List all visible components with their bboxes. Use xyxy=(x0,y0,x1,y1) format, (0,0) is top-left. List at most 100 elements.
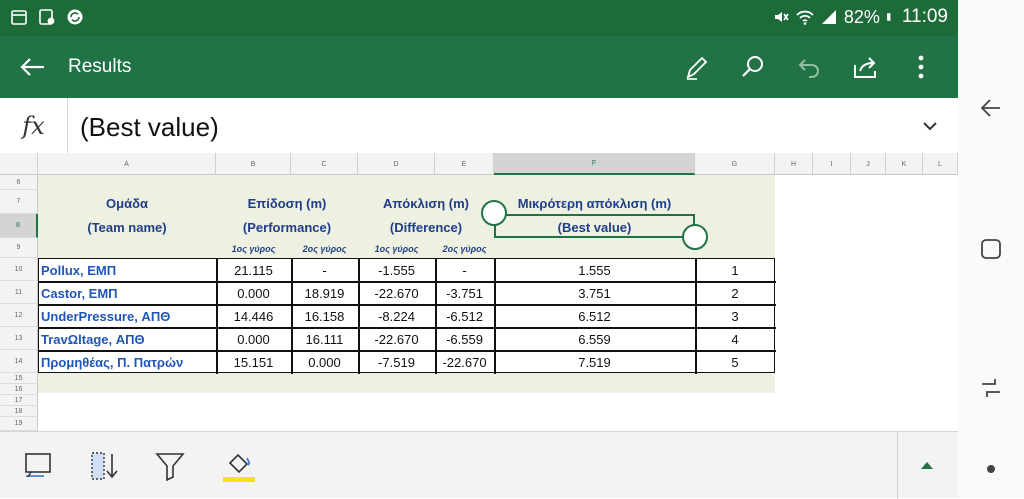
performance-cell[interactable]: 16.111 xyxy=(291,328,358,351)
team-cell[interactable]: TravΩltage, ΑΠΘ xyxy=(38,328,216,351)
undo-button[interactable] xyxy=(792,50,826,84)
column-header[interactable]: J xyxy=(851,153,886,175)
column-header[interactable]: K xyxy=(886,153,923,175)
column-header[interactable]: A xyxy=(38,153,216,175)
team-cell[interactable]: Castor, ΕΜΠ xyxy=(38,282,216,305)
nav-home-icon xyxy=(981,239,1001,259)
performance-cell[interactable]: 0.000 xyxy=(216,328,291,351)
best-value-cell[interactable]: 6.512 xyxy=(494,305,695,328)
view-button[interactable] xyxy=(18,446,58,486)
selection-handle-start[interactable] xyxy=(481,200,507,226)
rank-cell[interactable]: 2 xyxy=(695,282,775,305)
toolbar-divider xyxy=(897,432,898,499)
performance-cell[interactable]: 18.919 xyxy=(291,282,358,305)
row-header[interactable]: 13 xyxy=(0,327,38,350)
header-difference-en[interactable]: (Difference) xyxy=(358,215,494,239)
back-arrow-icon[interactable] xyxy=(16,50,50,84)
column-header[interactable]: C xyxy=(291,153,358,175)
team-cell[interactable]: Pollux, ΕΜΠ xyxy=(38,259,216,282)
difference-cell[interactable]: -3.751 xyxy=(435,282,494,305)
difference-cell[interactable]: -7.519 xyxy=(358,351,435,374)
column-header[interactable]: L xyxy=(923,153,958,175)
performance-cell[interactable]: 15.151 xyxy=(216,351,291,374)
calendar-icon xyxy=(11,10,27,25)
nav-back-icon xyxy=(980,99,1000,117)
row-header[interactable]: 7 xyxy=(0,190,38,214)
rank-cell[interactable]: 4 xyxy=(695,328,775,351)
column-header[interactable]: D xyxy=(358,153,435,175)
round-label[interactable]: 1ος γύρος xyxy=(216,239,291,258)
row-header[interactable]: 8 xyxy=(0,214,38,238)
draw-button[interactable] xyxy=(680,50,714,84)
rank-cell[interactable]: 3 xyxy=(695,305,775,328)
more-vertical-icon xyxy=(918,55,924,79)
row-header[interactable]: 6 xyxy=(0,175,38,190)
more-options-button[interactable] xyxy=(904,50,938,84)
round-label[interactable]: 2ος γύρος xyxy=(291,239,358,258)
search-icon xyxy=(742,56,763,77)
difference-cell[interactable]: -1.555 xyxy=(358,259,435,282)
difference-cell[interactable]: -22.670 xyxy=(435,351,494,374)
header-difference[interactable]: Απόκλιση (m) xyxy=(358,191,494,215)
header-team[interactable]: Ομάδα xyxy=(38,191,216,215)
selection-handle-end[interactable] xyxy=(682,224,708,250)
round-label[interactable]: 2ος γύρος xyxy=(435,239,494,258)
header-performance-en[interactable]: (Performance) xyxy=(216,215,358,239)
difference-cell[interactable]: -8.224 xyxy=(358,305,435,328)
header-performance[interactable]: Επίδοση (m) xyxy=(216,191,358,215)
performance-cell[interactable]: - xyxy=(291,259,358,282)
header-best[interactable]: Μικρότερη απόκλιση (m) xyxy=(494,191,695,215)
formula-input[interactable]: (Best value) xyxy=(80,112,219,143)
difference-cell[interactable]: -6.559 xyxy=(435,328,494,351)
performance-cell[interactable]: 0.000 xyxy=(216,282,291,305)
nav-recents-button[interactable] xyxy=(978,375,1004,401)
spreadsheet-grid[interactable]: A B C D E F G H I J K L 6 7 8 9 10 11 12… xyxy=(0,153,958,431)
column-header[interactable]: H xyxy=(775,153,813,175)
difference-cell[interactable]: -6.512 xyxy=(435,305,494,328)
difference-cell[interactable]: -22.670 xyxy=(358,328,435,351)
best-value-cell[interactable]: 7.519 xyxy=(494,351,695,374)
share-button[interactable] xyxy=(848,50,882,84)
chevron-down-icon[interactable] xyxy=(920,116,940,136)
row-header[interactable]: 12 xyxy=(0,304,38,327)
column-header[interactable]: F xyxy=(494,153,695,175)
nav-dot-button[interactable] xyxy=(978,456,1004,482)
round-label[interactable]: 1ος γύρος xyxy=(358,239,435,258)
difference-cell[interactable]: - xyxy=(435,259,494,282)
best-value-cell[interactable]: 6.559 xyxy=(494,328,695,351)
team-cell[interactable]: UnderPressure, ΑΠΘ xyxy=(38,305,216,328)
row-header[interactable]: 16 xyxy=(0,384,38,395)
row-header[interactable]: 14 xyxy=(0,350,38,373)
column-header[interactable]: I xyxy=(813,153,851,175)
team-cell[interactable]: Προμηθέας, Π. Πατρών xyxy=(38,351,216,374)
filter-button[interactable] xyxy=(150,446,190,486)
status-bar: 82% 11:09 xyxy=(0,0,958,36)
row-header[interactable]: 19 xyxy=(0,417,38,431)
sort-button[interactable] xyxy=(84,446,124,486)
row-header[interactable]: 10 xyxy=(0,258,38,281)
rank-cell[interactable]: 5 xyxy=(695,351,775,374)
column-header[interactable]: E xyxy=(435,153,494,175)
search-button[interactable] xyxy=(736,50,770,84)
performance-cell[interactable]: 14.446 xyxy=(216,305,291,328)
column-header[interactable]: G xyxy=(695,153,775,175)
nav-back-button[interactable] xyxy=(978,95,1004,121)
best-value-cell[interactable]: 1.555 xyxy=(494,259,695,282)
rank-cell[interactable]: 1 xyxy=(695,259,775,282)
row-header[interactable]: 11 xyxy=(0,281,38,304)
difference-cell[interactable]: -22.670 xyxy=(358,282,435,305)
row-header[interactable]: 17 xyxy=(0,395,38,406)
fx-icon: fx xyxy=(0,98,68,154)
header-team-en[interactable]: (Team name) xyxy=(38,215,216,239)
column-header[interactable]: B xyxy=(216,153,291,175)
expand-up-icon[interactable] xyxy=(918,458,936,472)
best-value-cell[interactable]: 3.751 xyxy=(494,282,695,305)
row-header[interactable]: 15 xyxy=(0,373,38,384)
performance-cell[interactable]: 16.158 xyxy=(291,305,358,328)
select-all-corner[interactable] xyxy=(0,153,38,175)
performance-cell[interactable]: 21.115 xyxy=(216,259,291,282)
row-header[interactable]: 9 xyxy=(0,238,38,258)
nav-home-button[interactable] xyxy=(978,236,1004,262)
performance-cell[interactable]: 0.000 xyxy=(291,351,358,374)
row-header[interactable]: 18 xyxy=(0,406,38,417)
